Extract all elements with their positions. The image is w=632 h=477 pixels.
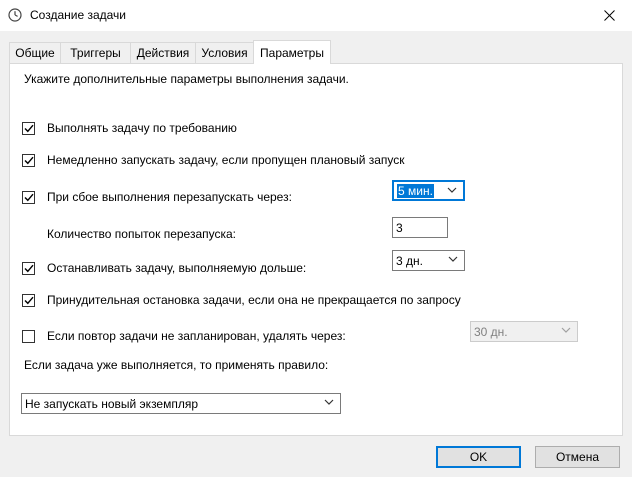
- running-rule-select[interactable]: Не запускать новый экземпляр: [21, 393, 341, 414]
- checkmark-icon: [24, 193, 34, 202]
- close-button[interactable]: [586, 0, 632, 31]
- run-on-demand-checkbox[interactable]: [22, 122, 35, 135]
- stop-duration-value: 3 дн.: [396, 253, 423, 268]
- checkmark-icon: [24, 156, 34, 165]
- stop-duration-select[interactable]: 3 дн.: [392, 250, 465, 271]
- checkmark-icon: [24, 296, 34, 305]
- restart-interval-value: 5 мин.: [397, 183, 434, 198]
- restart-on-fail-label: При сбое выполнения перезапускать через:: [47, 190, 292, 204]
- intro-text: Укажите дополнительные параметры выполне…: [24, 72, 349, 86]
- checkmark-icon: [24, 264, 34, 273]
- chevron-down-icon: [324, 399, 334, 405]
- tab-general[interactable]: Общие: [9, 42, 61, 63]
- tab-actions[interactable]: Действия: [130, 42, 196, 63]
- restart-on-fail-checkbox[interactable]: [22, 191, 35, 204]
- force-stop-label: Принудительная остановка задачи, если он…: [47, 293, 461, 307]
- title-bar: Создание задачи: [0, 0, 632, 31]
- cancel-button[interactable]: Отмена: [535, 446, 620, 468]
- settings-panel: Укажите дополнительные параметры выполне…: [9, 63, 623, 436]
- tab-conditions[interactable]: Условия: [195, 42, 254, 63]
- run-missed-checkbox[interactable]: [22, 154, 35, 167]
- run-missed-label: Немедленно запускать задачу, если пропущ…: [47, 153, 405, 167]
- delete-after-value: 30 дн.: [474, 324, 508, 339]
- delete-after-select[interactable]: 30 дн.: [470, 321, 578, 342]
- restart-count-value: 3: [396, 220, 403, 235]
- delete-if-not-scheduled-checkbox[interactable]: [22, 330, 35, 343]
- run-on-demand-label: Выполнять задачу по требованию: [47, 121, 237, 135]
- close-icon: [603, 10, 615, 21]
- tab-settings[interactable]: Параметры: [253, 40, 331, 64]
- chevron-down-icon: [447, 187, 457, 193]
- ok-button[interactable]: OK: [436, 446, 521, 468]
- force-stop-checkbox[interactable]: [22, 294, 35, 307]
- checkmark-icon: [24, 124, 34, 133]
- chevron-down-icon: [448, 256, 458, 262]
- restart-count-input[interactable]: 3: [392, 217, 448, 238]
- clock-icon: [8, 8, 22, 22]
- stop-if-longer-checkbox[interactable]: [22, 262, 35, 275]
- stop-if-longer-label: Останавливать задачу, выполняемую дольше…: [47, 261, 307, 275]
- chevron-down-icon: [561, 327, 571, 333]
- tab-triggers[interactable]: Триггеры: [60, 42, 131, 63]
- running-rule-label: Если задача уже выполняется, то применят…: [24, 358, 329, 372]
- running-rule-value: Не запускать новый экземпляр: [25, 396, 199, 411]
- delete-if-not-scheduled-label: Если повтор задачи не запланирован, удал…: [47, 329, 346, 343]
- restart-interval-select[interactable]: 5 мин.: [392, 180, 465, 201]
- restart-count-label: Количество попыток перезапуска:: [47, 227, 237, 241]
- window-title: Создание задачи: [30, 8, 126, 22]
